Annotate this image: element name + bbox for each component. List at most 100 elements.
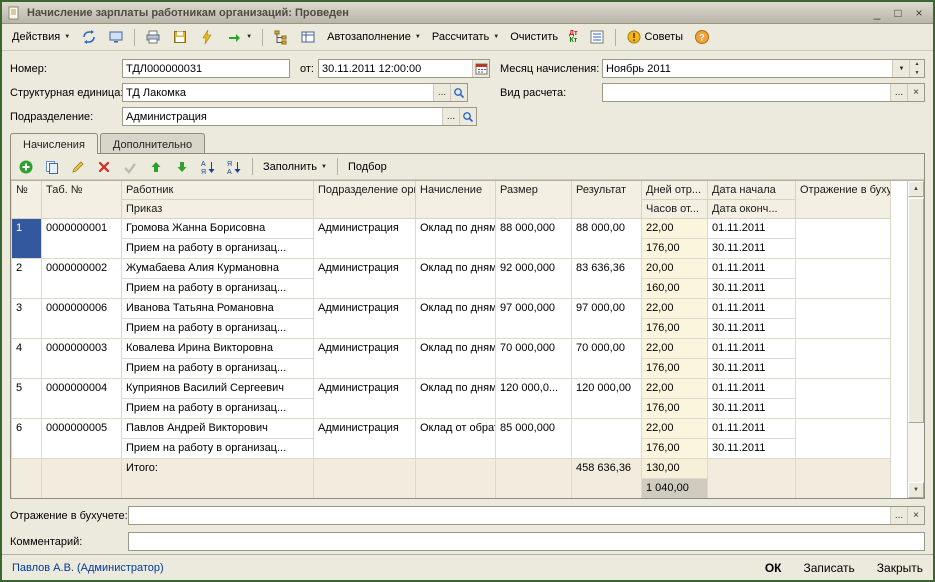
days-cell[interactable]: 22,00 — [642, 219, 708, 239]
table-row[interactable]: 30000000006Иванова Татьяна РомановнаАдми… — [12, 299, 891, 319]
header-department[interactable]: Подразделение организации — [314, 181, 416, 219]
header-accrual[interactable]: Начисление — [416, 181, 496, 219]
hours-cell[interactable]: 160,00 — [642, 279, 708, 299]
accrual-cell[interactable]: Оклад по дням — [416, 379, 496, 419]
table-row[interactable]: 20000000002Жумабаева Алия КурмановнаАдми… — [12, 259, 891, 279]
accrual-cell[interactable]: Оклад по дням — [416, 299, 496, 339]
order-cell[interactable]: Прием на работу в организац... — [122, 399, 314, 419]
header-accounting[interactable]: Отражение в бухучете — [796, 181, 891, 219]
header-result[interactable]: Результат — [572, 181, 642, 219]
accounting-choose-button[interactable]: ... — [890, 507, 907, 524]
total-department-cell[interactable] — [314, 459, 416, 499]
calc-type-input[interactable] — [603, 87, 890, 99]
month-input[interactable] — [603, 63, 892, 75]
hours-cell[interactable]: 176,00 — [642, 439, 708, 459]
size-cell[interactable]: 97 000,000 — [496, 299, 572, 339]
hours-cell[interactable]: 176,00 — [642, 319, 708, 339]
total-size-cell[interactable] — [496, 459, 572, 499]
result-cell[interactable]: 83 636,36 — [572, 259, 642, 299]
accrual-cell[interactable]: Оклад по дням — [416, 219, 496, 259]
row-number-cell[interactable]: 2 — [12, 259, 42, 299]
days-cell[interactable]: 22,00 — [642, 299, 708, 319]
accrual-cell[interactable]: Оклад от обратного по — [416, 419, 496, 459]
date-end-cell[interactable]: 30.11.2011 — [708, 239, 796, 259]
date-end-cell[interactable]: 30.11.2011 — [708, 359, 796, 379]
order-cell[interactable]: Прием на работу в организац... — [122, 439, 314, 459]
accounting-input[interactable] — [129, 510, 890, 522]
table-row[interactable]: 60000000005Павлов Андрей ВикторовичАдмин… — [12, 419, 891, 439]
header-size[interactable]: Размер — [496, 181, 572, 219]
form-view-button[interactable] — [103, 27, 129, 48]
result-cell[interactable]: 88 000,00 — [572, 219, 642, 259]
calculate-menu-button[interactable]: Рассчитать▼ — [427, 27, 504, 48]
total-num-cell[interactable] — [12, 459, 42, 499]
table-vertical-scrollbar[interactable]: ▲ ▼ — [907, 181, 924, 498]
scroll-thumb[interactable] — [908, 198, 924, 423]
table-row[interactable]: 40000000003Ковалева Ирина ВикторовнаАдми… — [12, 339, 891, 359]
calc-type-clear-button[interactable]: × — [907, 84, 924, 101]
accounting-cell[interactable] — [796, 379, 891, 419]
scroll-down-button[interactable]: ▼ — [908, 482, 924, 498]
accounting-cell[interactable] — [796, 259, 891, 299]
table-row[interactable]: 50000000004Куприянов Василий СергеевичАд… — [12, 379, 891, 399]
result-cell[interactable]: 70 000,00 — [572, 339, 642, 379]
actions-menu-button[interactable]: Действия▼ — [7, 27, 75, 48]
order-cell[interactable]: Прием на работу в организац... — [122, 239, 314, 259]
worker-cell[interactable]: Ковалева Ирина Викторовна — [122, 339, 314, 359]
fill-menu-button[interactable]: Заполнить▼ — [259, 157, 331, 177]
row-number-cell[interactable]: 4 — [12, 339, 42, 379]
unit-input[interactable] — [123, 87, 433, 99]
hours-cell[interactable]: 176,00 — [642, 239, 708, 259]
total-accrual-cell[interactable] — [416, 459, 496, 499]
result-cell[interactable] — [572, 419, 642, 459]
header-hours[interactable]: Часов от... — [642, 200, 708, 219]
accrual-cell[interactable]: Оклад по дням — [416, 339, 496, 379]
tab-accruals[interactable]: Начисления — [10, 133, 98, 154]
reread-button[interactable] — [76, 27, 102, 48]
finish-edit-button[interactable] — [118, 157, 142, 177]
date-input[interactable] — [319, 63, 472, 75]
date-start-cell[interactable]: 01.11.2011 — [708, 219, 796, 239]
tab-number-cell[interactable]: 0000000006 — [42, 299, 122, 339]
department-cell[interactable]: Администрация — [314, 299, 416, 339]
minimize-button[interactable]: _ — [867, 4, 887, 21]
date-end-cell[interactable]: 30.11.2011 — [708, 439, 796, 459]
sort-asc-button[interactable]: АЯ — [196, 157, 220, 177]
go-to-menu-button[interactable]: ▼ — [221, 27, 257, 48]
days-cell[interactable]: 22,00 — [642, 379, 708, 399]
accounting-cell[interactable] — [796, 299, 891, 339]
size-cell[interactable]: 85 000,000 — [496, 419, 572, 459]
order-cell[interactable]: Прием на работу в организац... — [122, 319, 314, 339]
comment-input[interactable] — [129, 536, 924, 548]
post-document-button[interactable] — [194, 27, 220, 48]
header-tab-num[interactable]: Таб. № — [42, 181, 122, 219]
calc-type-choose-button[interactable]: ... — [890, 84, 907, 101]
hours-cell[interactable]: 176,00 — [642, 399, 708, 419]
row-number-cell[interactable]: 6 — [12, 419, 42, 459]
unit-choose-button[interactable]: ... — [433, 84, 450, 101]
department-cell[interactable]: Администрация — [314, 419, 416, 459]
row-number-cell[interactable]: 5 — [12, 379, 42, 419]
structure-button[interactable] — [268, 27, 294, 48]
pick-button[interactable]: Подбор — [344, 157, 391, 177]
close-button[interactable]: × — [909, 4, 929, 21]
sort-desc-button[interactable]: ЯА — [222, 157, 246, 177]
date-start-cell[interactable]: 01.11.2011 — [708, 419, 796, 439]
header-date-end[interactable]: Дата оконч... — [708, 200, 796, 219]
size-cell[interactable]: 70 000,000 — [496, 339, 572, 379]
tab-number-cell[interactable]: 0000000004 — [42, 379, 122, 419]
accrual-cell[interactable]: Оклад по дням — [416, 259, 496, 299]
header-date-start[interactable]: Дата начала — [708, 181, 796, 200]
edit-row-button[interactable] — [66, 157, 90, 177]
date-start-cell[interactable]: 01.11.2011 — [708, 379, 796, 399]
result-cell[interactable]: 120 000,00 — [572, 379, 642, 419]
days-cell[interactable]: 20,00 — [642, 259, 708, 279]
accounting-clear-button[interactable]: × — [907, 507, 924, 524]
date-end-cell[interactable]: 30.11.2011 — [708, 279, 796, 299]
worker-cell[interactable]: Павлов Андрей Викторович — [122, 419, 314, 439]
days-cell[interactable]: 22,00 — [642, 339, 708, 359]
journal-button[interactable] — [584, 27, 610, 48]
order-cell[interactable]: Прием на работу в организац... — [122, 279, 314, 299]
ok-button[interactable]: ОК — [765, 561, 782, 575]
size-cell[interactable]: 88 000,000 — [496, 219, 572, 259]
